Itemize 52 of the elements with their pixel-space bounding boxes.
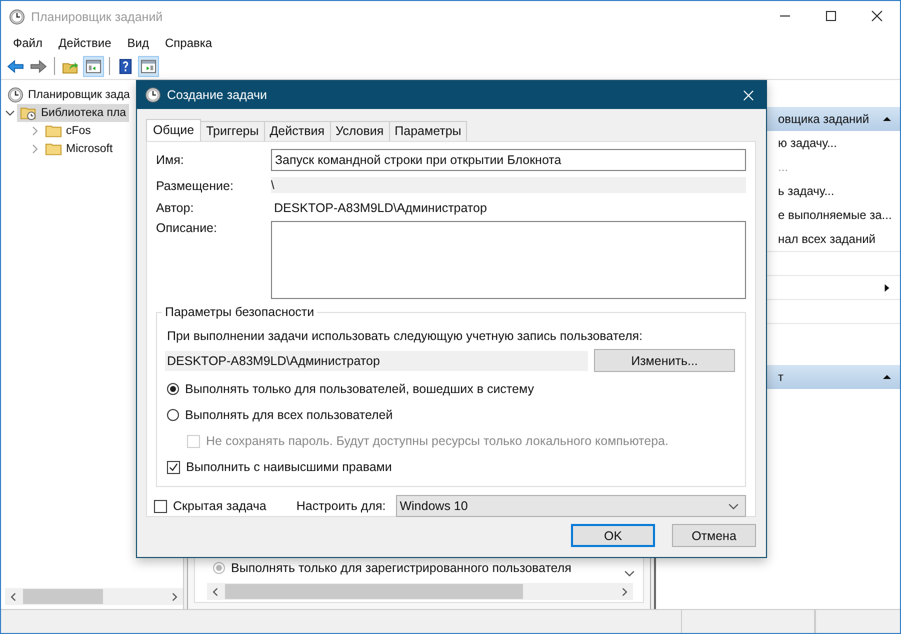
change-button[interactable]: Изменить... [594, 349, 735, 372]
collapse-arrow-icon[interactable] [882, 114, 892, 124]
name-field[interactable]: Запуск командной строки при открытии Блокнота [271, 149, 746, 171]
window-title: Планировщик заданий [31, 10, 164, 24]
clock-icon [9, 8, 25, 24]
menu-item[interactable]: Справка [157, 36, 220, 50]
scroll-down-icon[interactable] [624, 568, 635, 579]
menu-item[interactable]: Действие [50, 36, 120, 50]
field-label: Описание: [156, 221, 218, 235]
tab[interactable]: Общие [146, 119, 202, 141]
field-label: Имя: [156, 153, 185, 167]
pane-toggle-button[interactable] [138, 56, 159, 76]
cancel-button[interactable]: Отмена [672, 524, 756, 547]
group-title: Параметры безопасности [162, 305, 318, 319]
tree-item[interactable]: cFos [42, 122, 94, 140]
clock-icon [7, 87, 24, 103]
description-field[interactable] [271, 221, 746, 299]
menu-item[interactable]: Вид [119, 36, 157, 50]
chevron-right-icon[interactable] [30, 144, 40, 154]
checkbox-option[interactable]: Выполнить с наивысшими правами [167, 460, 392, 474]
location-field: \ [271, 177, 746, 193]
tree-item[interactable]: Планировщик зада [4, 86, 133, 104]
field-label: Размещение: [156, 179, 234, 193]
horizontal-scrollbar[interactable] [5, 588, 183, 605]
checkmark-icon [168, 462, 179, 472]
dialog-title: Создание задачи [167, 88, 268, 102]
account-prompt: При выполнении задачи использовать следующую учетную запись пользователя: [167, 329, 644, 343]
horizontal-scrollbar[interactable] [207, 583, 633, 600]
submenu-arrow-icon[interactable] [884, 282, 890, 292]
field-label: Настроить для: [296, 499, 386, 513]
folder-clock-icon [20, 105, 37, 121]
checkbox-option[interactable]: Скрытая задача [154, 499, 266, 513]
tab[interactable]: Параметры [388, 121, 468, 141]
account-field: DESKTOP-A83M9LD\Администратор [165, 350, 588, 370]
tree-item[interactable]: Microsoft [42, 140, 116, 158]
radio-option[interactable]: Выполнять для всех пользователей [167, 408, 393, 422]
menu-item[interactable]: Файл [5, 36, 51, 50]
ok-button[interactable]: OK [571, 524, 655, 547]
tree-item[interactable]: Библиотека пла [17, 104, 130, 122]
configure-dropdown[interactable]: Windows 10 [396, 495, 746, 517]
close-icon[interactable] [743, 90, 754, 100]
tab[interactable]: Триггеры [200, 121, 265, 141]
chevron-down-icon[interactable] [5, 108, 15, 118]
author-value: DESKTOP-A83M9LD\Администратор [273, 201, 488, 215]
collapse-arrow-icon[interactable] [882, 372, 892, 382]
chevron-right-icon[interactable] [30, 126, 40, 136]
field-label: Автор: [156, 201, 195, 215]
clock-icon [145, 87, 161, 103]
pane-toggle-button[interactable] [83, 56, 104, 76]
folder-icon [45, 141, 62, 157]
radio-option: Выполнять только для зарегистрированного пользователя [213, 560, 572, 574]
radio-option[interactable]: Выполнять только для пользователей, вошедших в систему [167, 382, 534, 396]
